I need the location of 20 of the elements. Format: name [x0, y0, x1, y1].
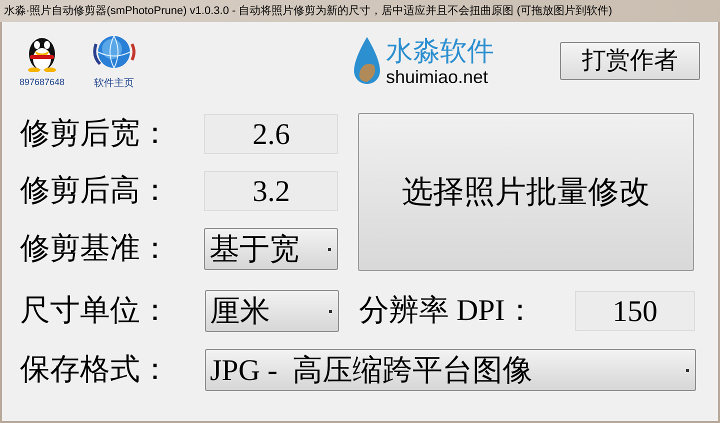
field-label: 修剪后宽： — [20, 116, 171, 152]
number-field[interactable]: 2.6 — [204, 114, 338, 154]
field-label: 分辨率 DPI： — [359, 293, 536, 329]
logo-url: shuimiao.net — [386, 67, 490, 87]
field-label: 尺寸单位： — [20, 293, 171, 329]
homepage-link[interactable]: 软件主页 — [94, 76, 134, 90]
number-field[interactable]: 3.2 — [204, 171, 338, 211]
window-title: 水淼·照片自动修剪器(smPhotoPrune) v1.0.3.0 - 自动将照片修剪为新的尺寸，居中适应并且不会扭曲原图 (可拖放图片到软件) — [4, 4, 612, 19]
dropdown[interactable]: 厘米 — [205, 290, 339, 332]
field-label: 保存格式： — [20, 352, 171, 388]
batch-edit-button[interactable]: 选择照片批量修改 — [358, 113, 694, 271]
logo-name: 水淼软件 — [386, 35, 494, 67]
donate-button[interactable]: 打赏作者 — [560, 42, 700, 80]
field-label: 修剪基准： — [20, 231, 171, 267]
water-drop-logo-icon — [352, 37, 382, 85]
dropdown[interactable]: JPG - 高压缩跨平台图像 — [205, 349, 696, 391]
number-field[interactable]: 150 — [575, 291, 695, 331]
qq-number-link[interactable]: 897687648 — [19, 76, 65, 90]
field-label: 修剪后高： — [20, 173, 171, 209]
dropdown[interactable]: 基于宽 — [204, 228, 338, 270]
